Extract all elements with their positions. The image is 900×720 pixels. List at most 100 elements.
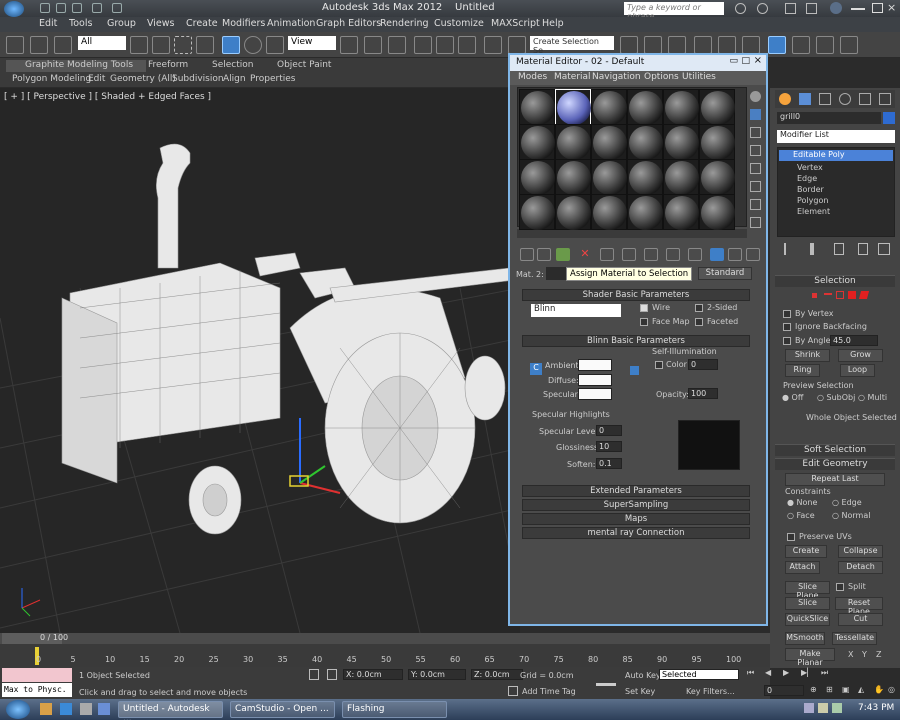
tab-selection[interactable]: Selection	[212, 60, 253, 70]
add-time-tag-button[interactable]: Add Time Tag	[522, 687, 576, 696]
rendered-frame-icon[interactable]	[816, 36, 834, 54]
maxscript-listener-top[interactable]	[2, 668, 72, 682]
orbit-icon[interactable]: ◎	[888, 685, 895, 694]
named-selection-set-select[interactable]: Create Selection Se	[530, 36, 614, 55]
open-file-icon[interactable]	[56, 3, 66, 13]
hierarchy-tab-icon[interactable]	[819, 93, 831, 105]
menu-create[interactable]: Create	[186, 18, 218, 29]
med-menu-navigation[interactable]: Navigation	[592, 72, 641, 82]
key-icon[interactable]	[596, 676, 616, 686]
video-color-check-icon[interactable]	[750, 163, 761, 174]
select-by-name-icon[interactable]	[152, 36, 170, 54]
z-coordinate-field[interactable]: Z: 0.0cm	[471, 669, 523, 680]
material-sample-slot[interactable]	[663, 124, 699, 160]
angle-snap-icon[interactable]	[436, 36, 454, 54]
show-desktop-icon[interactable]	[80, 703, 92, 715]
material-sample-slot[interactable]	[555, 194, 591, 230]
menu-animation[interactable]: Animation	[267, 18, 315, 29]
window-crossing-icon[interactable]	[196, 36, 214, 54]
specular-level-spinner[interactable]: 0	[596, 425, 622, 436]
close-icon[interactable]: ×	[887, 1, 896, 14]
search-icon[interactable]	[735, 3, 746, 14]
material-sample-slot[interactable]	[663, 194, 699, 230]
remove-modifier-icon[interactable]	[858, 243, 868, 255]
rollout-mental-ray-connection[interactable]: mental ray Connection	[522, 527, 750, 539]
rollout-supersampling[interactable]: SuperSampling	[522, 499, 750, 511]
quickslice-button[interactable]: QuickSlice	[785, 613, 830, 626]
pivot-center-icon[interactable]	[340, 36, 358, 54]
put-material-to-scene-icon[interactable]	[537, 248, 551, 261]
perspective-viewport[interactable]	[0, 88, 520, 633]
material-editor-title-bar[interactable]: Material Editor - 02 - Default ▭ □ ×	[510, 55, 766, 71]
display-tab-icon[interactable]	[859, 93, 871, 105]
element-level-icon[interactable]	[858, 291, 870, 299]
make-planar-y-button[interactable]: Y	[862, 650, 867, 659]
rollout-selection[interactable]: Selection	[775, 275, 895, 287]
tab-graphite-modeling-tools[interactable]: Graphite Modeling Tools	[25, 60, 133, 70]
unlink-icon[interactable]	[30, 36, 48, 54]
zoom-extents-icon[interactable]: ▣	[842, 685, 850, 694]
attach-button[interactable]: Attach	[785, 561, 820, 574]
material-sample-slot[interactable]	[699, 159, 735, 195]
taskbar-item-3dsmax[interactable]: Untitled - Autodesk ...	[118, 701, 223, 720]
msmooth-button[interactable]: MSmooth	[785, 632, 825, 645]
tab-object-paint[interactable]: Object Paint	[277, 60, 331, 70]
material-sample-slot[interactable]	[519, 159, 555, 195]
slice-button[interactable]: Slice	[785, 597, 830, 610]
pan-view-icon[interactable]: ✋	[874, 685, 884, 694]
taskbar-item-camstudio[interactable]: CamStudio - Open ...	[230, 701, 335, 718]
repeat-last-button[interactable]: Repeat Last	[785, 473, 885, 486]
transform-type-in-icon[interactable]	[327, 669, 337, 680]
edge-level-icon[interactable]	[824, 293, 832, 295]
media-quicklaunch-icon[interactable]	[98, 703, 110, 715]
rollout-extended-parameters[interactable]: Extended Parameters	[522, 485, 750, 497]
motion-tab-icon[interactable]	[839, 93, 851, 105]
constraint-edge-radio[interactable]: ○ Edge	[832, 498, 862, 507]
detach-button[interactable]: Detach	[838, 561, 883, 574]
material-sample-slot[interactable]	[663, 89, 699, 125]
align-icon[interactable]	[644, 36, 662, 54]
curve-editor-icon[interactable]	[718, 36, 736, 54]
modifier-list-select[interactable]: Modifier List	[777, 130, 895, 143]
med-minimize-icon[interactable]: ▭	[729, 56, 738, 66]
subtab-subdivision[interactable]: Subdivision	[172, 74, 224, 84]
by-angle-checkbox[interactable]	[783, 337, 791, 345]
med-maximize-icon[interactable]: □	[741, 56, 750, 66]
preserve-uvs-checkbox[interactable]	[787, 533, 795, 541]
material-sample-slot[interactable]	[591, 194, 627, 230]
subtab-geometry-all[interactable]: Geometry (All)	[110, 74, 176, 84]
viewport-label[interactable]: [ + ] [ Perspective ] [ Shaded + Edged F…	[4, 92, 211, 102]
menu-modifiers[interactable]: Modifiers	[222, 18, 265, 29]
search-input[interactable]: Type a keyword or phrase	[624, 2, 724, 21]
selection-lock-icon[interactable]	[309, 669, 319, 680]
sample-uv-tiling-icon[interactable]	[750, 145, 761, 156]
grow-button[interactable]: Grow	[838, 349, 883, 362]
y-coordinate-field[interactable]: Y: 0.0cm	[408, 669, 466, 680]
edit-named-selection-icon[interactable]	[508, 36, 526, 54]
constraint-none-radio[interactable]: ● None	[787, 498, 817, 507]
redo-icon[interactable]	[112, 3, 122, 13]
zoom-all-icon[interactable]: ⊞	[826, 685, 833, 694]
next-frame-icon[interactable]: ▶▏	[801, 668, 813, 677]
constraint-normal-radio[interactable]: ○ Normal	[832, 511, 870, 520]
options-icon[interactable]	[750, 199, 761, 210]
material-sample-slot[interactable]	[663, 159, 699, 195]
preview-off-radio[interactable]: ● Off	[782, 393, 803, 402]
material-sample-slot[interactable]	[699, 89, 735, 125]
stack-item-editable-poly[interactable]: Editable Poly	[779, 150, 893, 161]
loop-button[interactable]: Loop	[840, 364, 875, 377]
material-sample-slot[interactable]	[519, 194, 555, 230]
go-forward-sibling-icon[interactable]	[746, 248, 760, 261]
subtab-polygon-modeling[interactable]: Polygon Modeling	[12, 74, 91, 84]
lock-ambient-diffuse-button[interactable]: C	[530, 363, 542, 375]
current-frame-field[interactable]: 0	[764, 685, 804, 696]
faceted-checkbox[interactable]	[695, 318, 703, 326]
sample-type-icon[interactable]	[750, 91, 761, 102]
material-sample-slot[interactable]	[519, 89, 555, 125]
cut-button[interactable]: Cut	[838, 613, 883, 626]
subscription-icon[interactable]	[757, 3, 768, 14]
by-angle-spinner[interactable]: 45.0	[830, 335, 878, 346]
menu-rendering[interactable]: Rendering	[380, 18, 429, 29]
help-icon[interactable]	[830, 2, 842, 14]
med-menu-options[interactable]: Options	[644, 72, 679, 82]
